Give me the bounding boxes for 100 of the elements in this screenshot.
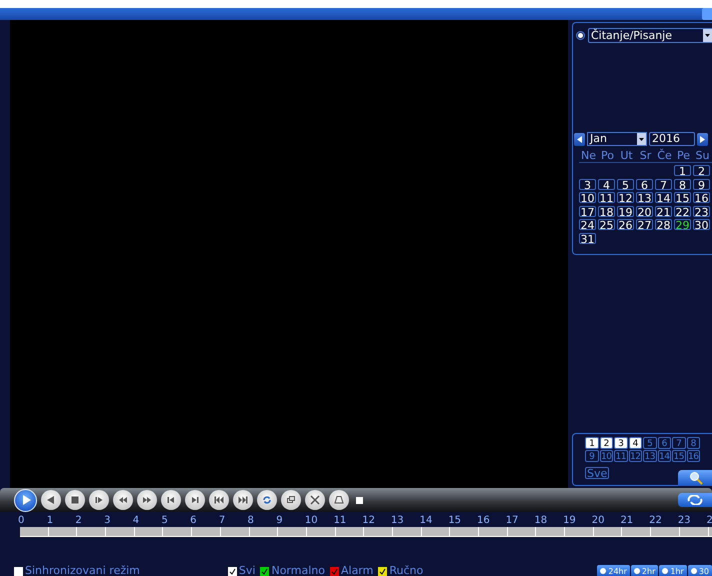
channel-toggle[interactable]: 10 <box>600 450 613 462</box>
checkbox[interactable] <box>14 566 23 576</box>
weekday-label: Ut <box>619 149 634 162</box>
radio-button[interactable] <box>576 31 585 40</box>
refresh-icon <box>686 495 704 505</box>
hour-label: 2 <box>706 514 712 527</box>
hour-label: 21 <box>620 514 634 527</box>
zoom-button[interactable]: 2hr <box>630 565 658 576</box>
calendar-day[interactable]: 12 <box>617 192 634 203</box>
dropdown-arrow-icon <box>639 138 644 140</box>
channel-toggle[interactable]: 12 <box>628 450 642 462</box>
rewind-button[interactable] <box>113 490 133 510</box>
zoom-button[interactable]: 30 <box>688 565 712 576</box>
month-dropdown[interactable]: Jan <box>587 132 647 146</box>
channel-toggle[interactable]: 14 <box>658 450 671 462</box>
calendar-day[interactable]: 17 <box>579 206 596 216</box>
calendar-day[interactable]: 23 <box>693 206 710 216</box>
calendar-day[interactable]: 11 <box>598 192 615 203</box>
skip-back-button[interactable] <box>209 490 229 510</box>
channel-toggle[interactable]: 11 <box>614 450 628 462</box>
calendar-day[interactable]: 1 <box>674 165 691 176</box>
calendar-day[interactable]: 2 <box>693 165 710 176</box>
channel-toggle[interactable]: 16 <box>686 450 700 462</box>
legend-label: Normalno <box>271 565 325 576</box>
zoom-button[interactable]: 1hr <box>659 565 687 576</box>
hour-label: 6 <box>190 514 196 527</box>
calendar-day[interactable]: 24 <box>579 219 596 230</box>
play-button[interactable] <box>14 488 37 512</box>
hour-label: 9 <box>276 514 283 527</box>
calendar-day[interactable]: 14 <box>655 192 672 203</box>
mode-dropdown[interactable]: Čitanje/Pisanje <box>588 28 712 43</box>
hour-label: 3 <box>104 514 110 527</box>
weekday-label: Če <box>656 149 673 162</box>
channel-toggle[interactable]: 15 <box>672 450 686 462</box>
calendar-day[interactable]: 19 <box>617 206 634 216</box>
hour-label: 15 <box>448 514 462 527</box>
calendar-day[interactable]: 18 <box>598 206 615 216</box>
calendar-day[interactable]: 26 <box>617 219 634 230</box>
prev-frame-button[interactable] <box>161 490 181 510</box>
year-field[interactable]: 2016 <box>649 132 695 146</box>
calendar-day[interactable]: 15 <box>674 192 691 203</box>
channel-toggle[interactable]: 9 <box>585 450 598 462</box>
skip-forward-button[interactable] <box>233 490 253 510</box>
calendar-day[interactable]: 20 <box>636 206 653 216</box>
channel-toggle[interactable]: 5 <box>643 437 656 449</box>
calendar-day[interactable]: 5 <box>617 178 634 190</box>
calendar-day[interactable]: 31 <box>579 232 596 244</box>
calendar-day[interactable]: 13 <box>636 192 653 203</box>
channel-toggle[interactable]: 3 <box>614 437 628 449</box>
left-button[interactable] <box>41 490 61 510</box>
channel-toggle[interactable]: 6 <box>658 437 671 449</box>
hour-label: 5 <box>161 514 168 527</box>
legend-label: Svi <box>238 565 256 576</box>
zoom-button[interactable]: 24hr <box>597 565 630 576</box>
channel-toggle[interactable]: 7 <box>672 437 686 449</box>
loop-button[interactable] <box>257 490 277 510</box>
next-frame-button[interactable] <box>185 490 205 510</box>
calendar-day[interactable]: 29 <box>674 219 691 230</box>
calendar-day[interactable]: 21 <box>655 206 672 216</box>
calendar-day[interactable]: 4 <box>598 178 615 190</box>
calendar-day[interactable]: 7 <box>655 178 672 190</box>
step-button[interactable] <box>89 490 109 510</box>
search-icon <box>689 471 703 485</box>
zoom-icon <box>690 568 697 574</box>
checkbox[interactable] <box>330 566 339 576</box>
calendar-day[interactable]: 16 <box>693 192 710 203</box>
forward-button[interactable] <box>137 490 157 510</box>
checkbox[interactable] <box>378 566 388 576</box>
calendar-day[interactable]: 30 <box>693 219 710 230</box>
all-channels-button[interactable]: Sve <box>585 467 610 479</box>
checkbox[interactable] <box>260 566 270 576</box>
channel-toggle[interactable]: 2 <box>600 437 613 449</box>
calendar-day[interactable]: 6 <box>636 178 653 190</box>
hour-label: 13 <box>390 514 404 527</box>
channel-toggle[interactable]: 13 <box>643 450 656 462</box>
calendar-day[interactable]: 22 <box>674 206 691 216</box>
hour-label: 17 <box>506 514 518 527</box>
previous-month-button[interactable] <box>574 132 585 146</box>
channel-toggle[interactable]: 1 <box>585 437 598 449</box>
next-month-button[interactable] <box>697 132 708 146</box>
channel-toggle[interactable]: 8 <box>686 437 700 449</box>
calendar-day[interactable]: 8 <box>674 178 691 190</box>
hour-label: 20 <box>592 514 604 527</box>
hour-label: 12 <box>362 514 375 527</box>
hour-label: 22 <box>649 514 662 527</box>
calendar-day[interactable]: 9 <box>693 178 710 190</box>
window-button[interactable] <box>281 490 301 510</box>
calendar-day[interactable]: 3 <box>579 178 596 190</box>
sync-mode-label: Sinhronizovani režim <box>25 565 140 576</box>
hour-label: 2 <box>75 514 82 527</box>
calendar-day[interactable]: 25 <box>598 219 615 230</box>
channel-toggle[interactable]: 4 <box>628 437 642 449</box>
stop-button[interactable] <box>65 490 85 510</box>
search-button[interactable] <box>678 470 712 486</box>
checkbox[interactable] <box>228 566 237 576</box>
calendar-day[interactable]: 28 <box>655 219 672 230</box>
calendar-day[interactable]: 10 <box>579 192 596 203</box>
refresh-button[interactable] <box>678 493 712 507</box>
hour-label: 8 <box>248 514 254 527</box>
calendar-day[interactable]: 27 <box>636 219 653 230</box>
